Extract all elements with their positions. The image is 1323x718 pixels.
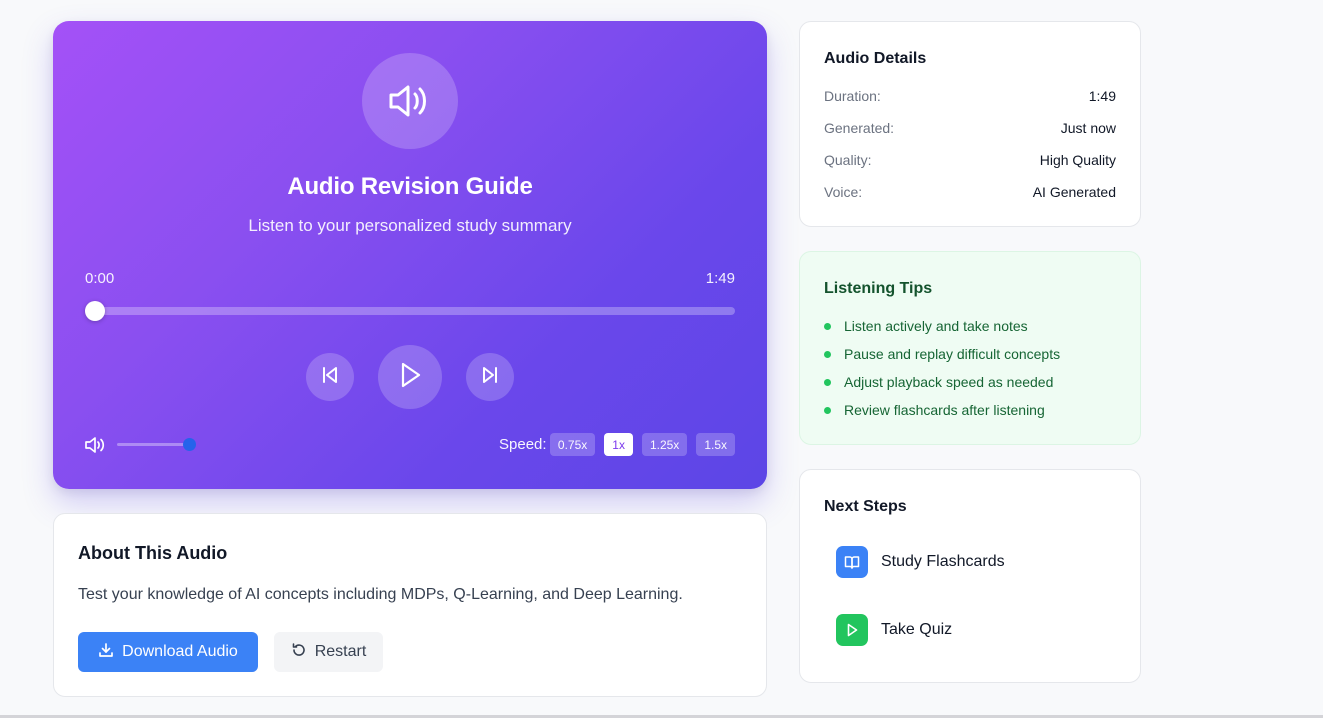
- next-step-label: Study Flashcards: [881, 553, 1005, 570]
- next-steps-card: Next Steps Study Flashcards Take Quiz: [799, 469, 1141, 683]
- download-audio-button[interactable]: Download Audio: [78, 632, 258, 672]
- bullet-dot: [824, 322, 831, 330]
- tip-item: Review flashcards after listening: [824, 402, 1045, 418]
- tips-title: Listening Tips: [824, 280, 933, 297]
- speed-option-1-5x[interactable]: 1.5x: [696, 433, 735, 456]
- play-icon: [836, 614, 868, 646]
- audio-details-card: Audio Details Duration: 1:49 Generated: …: [799, 21, 1141, 227]
- speed-option-1x[interactable]: 1x: [604, 433, 633, 456]
- bullet-dot: [824, 378, 831, 386]
- volume-slider[interactable]: [117, 438, 196, 451]
- progress-thumb[interactable]: [85, 301, 105, 321]
- volume-thumb[interactable]: [183, 438, 196, 451]
- tip-text: Adjust playback speed as needed: [844, 374, 1054, 390]
- speaker-icon: [362, 53, 458, 149]
- take-quiz-link[interactable]: Take Quiz: [836, 614, 952, 646]
- about-title: About This Audio: [78, 543, 228, 563]
- restart-label: Restart: [314, 643, 367, 660]
- next-step-label: Take Quiz: [881, 621, 953, 638]
- player-subtitle: Listen to your personalized study summar…: [248, 216, 572, 235]
- tip-item: Listen actively and take notes: [824, 318, 1028, 334]
- audio-player-card: Audio Revision Guide Listen to your pers…: [53, 21, 767, 489]
- restart-icon: [291, 642, 307, 663]
- tip-item: Pause and replay difficult concepts: [824, 346, 1060, 362]
- detail-value: AI Generated: [1032, 184, 1116, 200]
- tip-text: Pause and replay difficult concepts: [844, 346, 1061, 362]
- download-label: Download Audio: [122, 643, 238, 660]
- detail-row-duration: Duration: 1:49: [824, 88, 1116, 104]
- bullet-dot: [824, 350, 831, 358]
- volume-icon[interactable]: [84, 435, 106, 455]
- details-title: Audio Details: [824, 50, 927, 67]
- about-audio-card: About This Audio Test your knowledge of …: [53, 513, 767, 697]
- speed-option-1-25x[interactable]: 1.25x: [641, 433, 688, 456]
- tip-item: Adjust playback speed as needed: [824, 374, 1053, 390]
- detail-key: Quality:: [824, 152, 872, 168]
- detail-value: 1:49: [1088, 88, 1116, 104]
- play-button[interactable]: [378, 345, 442, 409]
- detail-key: Generated:: [824, 120, 895, 136]
- tip-text: Review flashcards after listening: [844, 402, 1045, 418]
- total-time: 1:49: [705, 270, 735, 287]
- detail-value: High Quality: [1039, 152, 1116, 168]
- progress-bar[interactable]: [85, 301, 735, 321]
- listening-tips-card: Listening Tips Listen actively and take …: [799, 251, 1141, 445]
- player-title: Audio Revision Guide: [287, 173, 533, 200]
- detail-row-quality: Quality: High Quality: [824, 152, 1116, 168]
- restart-button[interactable]: Restart: [274, 632, 383, 672]
- download-icon: [98, 642, 114, 663]
- skip-forward-icon: [479, 364, 501, 391]
- tip-text: Listen actively and take notes: [844, 318, 1028, 334]
- about-description: Test your knowledge of AI concepts inclu…: [78, 586, 683, 603]
- next-steps-title: Next Steps: [824, 498, 907, 515]
- detail-row-voice: Voice: AI Generated: [824, 184, 1116, 200]
- skip-back-button[interactable]: [306, 353, 354, 401]
- speed-label: Speed:: [499, 436, 547, 453]
- detail-key: Voice:: [824, 184, 863, 200]
- study-flashcards-link[interactable]: Study Flashcards: [836, 546, 1005, 578]
- book-icon: [836, 546, 868, 578]
- speed-options: 0.75x 1x 1.25x 1.5x: [549, 433, 735, 456]
- skip-forward-button[interactable]: [466, 353, 514, 401]
- current-time: 0:00: [85, 270, 115, 287]
- bullet-dot: [824, 406, 831, 414]
- detail-row-generated: Generated: Just now: [824, 120, 1116, 136]
- speed-option-0-75x[interactable]: 0.75x: [549, 433, 596, 456]
- detail-value: Just now: [1060, 120, 1116, 136]
- detail-key: Duration:: [824, 88, 881, 104]
- skip-back-icon: [319, 364, 341, 391]
- play-icon: [396, 360, 424, 395]
